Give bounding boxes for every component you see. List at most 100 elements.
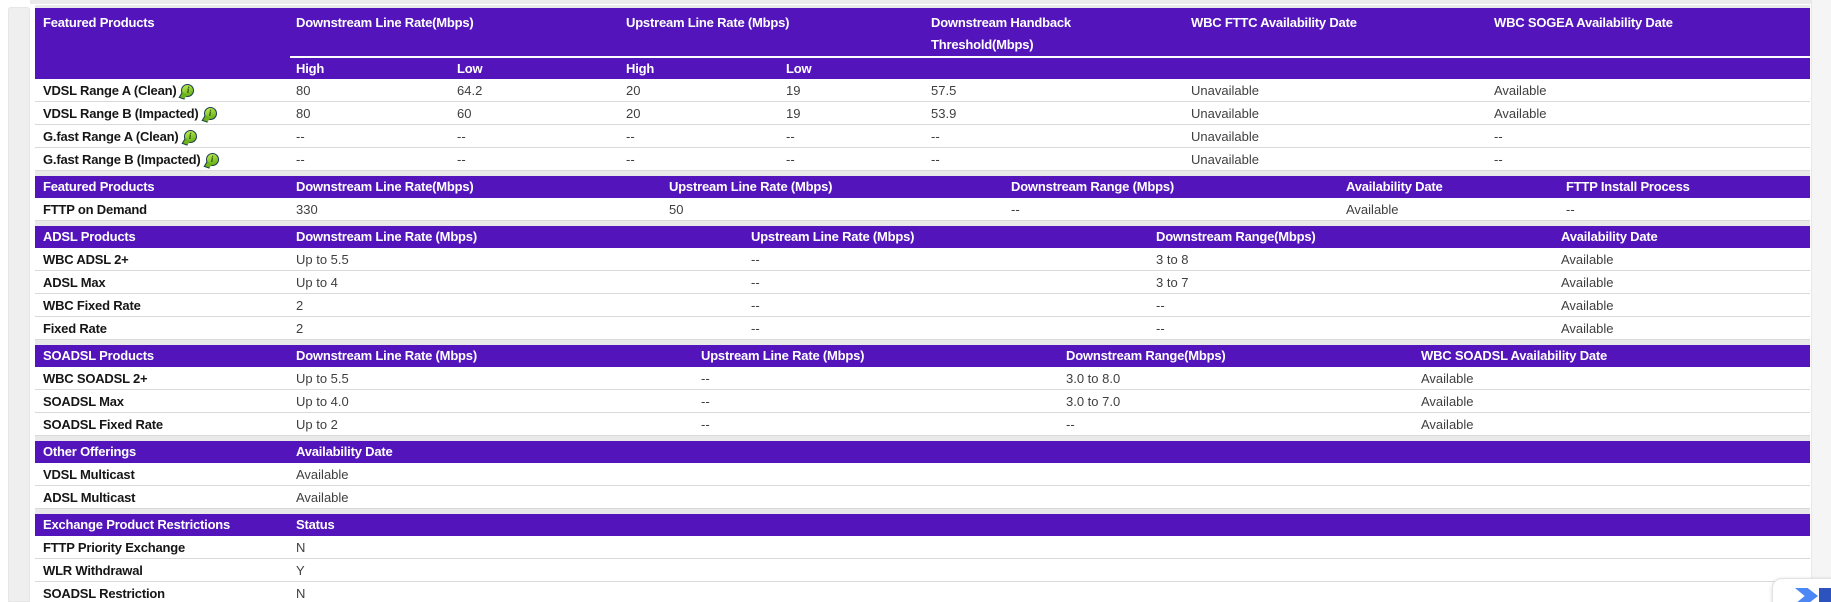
table-soadsl-products-header: SOADSL Products Downstream Line Rate (Mbp… [35, 345, 1810, 367]
column-header: Downstream Line Rate (Mbps) [296, 348, 477, 363]
product-name-label: VDSL Range B (Impacted) [43, 105, 199, 121]
column-header: Downstream Line Rate(Mbps) [296, 15, 474, 30]
table-row: ADSL Max Up to 4 -- 3 to 7 Available [35, 271, 1810, 294]
product-name-label: SOADSL Restriction [43, 585, 165, 601]
product-name-label: SOADSL Fixed Rate [43, 416, 163, 432]
product-name-label: WBC SOADSL 2+ [43, 370, 148, 386]
table-featured-fttc: Featured Products Downstream Line Rate(Mb… [35, 8, 1810, 171]
cell-value: Up to 5.5 [296, 370, 349, 386]
cell-value: Available [1421, 370, 1474, 386]
cell-value: -- [931, 128, 940, 144]
cell-value: -- [931, 151, 940, 167]
product-name: SOADSL Restriction [35, 586, 290, 601]
product-name-label: SOADSL Max [43, 393, 124, 409]
table-exchange-product-restrictions: Exchange Product Restrictions Status FTTP … [35, 514, 1810, 602]
table-row: WLR Withdrawal Y [35, 559, 1810, 582]
info-icon[interactable]: i [183, 129, 197, 143]
column-header: Other Offerings [43, 444, 137, 459]
column-header: WBC SOGEA Availability Date [1494, 15, 1673, 30]
cell-value: -- [786, 128, 795, 144]
table-row: WBC ADSL 2+ Up to 5.5 -- 3 to 8 Available [35, 248, 1810, 271]
cell-value: 3 to 8 [1156, 251, 1189, 267]
cell-value: Unavailable [1191, 82, 1259, 98]
product-name: FTTP Priority Exchange [35, 540, 290, 555]
column-header: Upstream Line Rate (Mbps) [701, 348, 865, 363]
subcolumn-header: High [620, 56, 780, 80]
product-name-label: FTTP on Demand [43, 201, 147, 217]
cell-value: 330 [296, 201, 318, 217]
cell-value: -- [751, 320, 760, 336]
cell-value: Available [1494, 82, 1547, 98]
cell-value: 2 [296, 320, 304, 336]
table-row: VDSL Multicast Available [35, 463, 1810, 486]
table-row: ADSL Multicast Available [35, 486, 1810, 509]
column-header: Downstream Range(Mbps) [1066, 348, 1226, 363]
product-name: WBC Fixed Rate [35, 298, 290, 313]
cell-value: Available [1561, 274, 1614, 290]
cell-value: 80 [296, 82, 311, 98]
product-name: VDSL Range A (Clean) i [35, 83, 290, 98]
product-name: Fixed Rate [35, 321, 290, 336]
cell-value: -- [1011, 201, 1020, 217]
cell-value: 80 [296, 105, 311, 121]
table-featured-fttp: Featured Products Downstream Line Rate(Mb… [35, 176, 1810, 221]
table-featured-fttc-header: Featured Products Downstream Line Rate(Mb… [35, 8, 1810, 79]
column-header: WBC SOADSL Availability Date [1421, 348, 1608, 363]
left-gutter [8, 7, 30, 602]
corner-widget[interactable] [1772, 578, 1831, 602]
product-name-label: VDSL Multicast [43, 466, 135, 482]
info-icon[interactable]: i [203, 106, 217, 120]
cell-value: -- [626, 128, 635, 144]
table-row: VDSL Range B (Impacted) i 80 60 20 19 53.9 Unav… [35, 102, 1810, 125]
table-other-offerings-header: Other Offerings Availability Date [35, 441, 1810, 463]
column-header: ADSL Products [43, 229, 136, 244]
cell-value: -- [1494, 128, 1503, 144]
table-soadsl-products: SOADSL Products Downstream Line Rate (Mbp… [35, 345, 1810, 436]
cell-value: -- [296, 128, 305, 144]
header-row: ADSL Products Downstream Line Rate (Mbps)… [35, 226, 1810, 248]
cell-value: -- [701, 416, 710, 432]
column-header: Downstream Range(Mbps) [1156, 229, 1316, 244]
widget-block-icon [1819, 588, 1831, 602]
column-header: Availability Date [1346, 179, 1443, 194]
table-row: FTTP Priority Exchange N [35, 536, 1810, 559]
cell-value: Available [1561, 297, 1614, 313]
column-header: Upstream Line Rate (Mbps) [751, 229, 915, 244]
cell-value: -- [1156, 320, 1165, 336]
column-header: SOADSL Products [43, 348, 154, 363]
info-icon[interactable]: i [181, 83, 195, 97]
product-name: WBC ADSL 2+ [35, 252, 290, 267]
table-row: VDSL Range A (Clean) i 80 64.2 20 19 57.5 Unava… [35, 79, 1810, 102]
cell-value: N [296, 539, 306, 555]
cell-value: Available [1346, 201, 1399, 217]
column-header: Availability Date [296, 444, 393, 459]
cell-value: 50 [669, 201, 684, 217]
product-name: WBC SOADSL 2+ [35, 371, 290, 386]
cell-value: Unavailable [1191, 105, 1259, 121]
column-header: WBC FTTC Availability Date [1191, 15, 1357, 30]
product-name-label: WBC ADSL 2+ [43, 251, 129, 267]
cell-value: 20 [626, 105, 641, 121]
cell-value: -- [701, 393, 710, 409]
column-header: Downstream Handback Threshold(Mbps) [931, 15, 1071, 52]
subcolumn-header [35, 56, 290, 80]
cell-value: -- [701, 370, 710, 386]
cell-value: 3 to 7 [1156, 274, 1189, 290]
cell-value: -- [1566, 201, 1575, 217]
product-name-label: G.fast Range A (Clean) [43, 128, 179, 144]
cell-value: Unavailable [1191, 151, 1259, 167]
product-name: ADSL Multicast [35, 490, 290, 505]
column-header: Featured Products [43, 15, 155, 30]
table-adsl-products-header: ADSL Products Downstream Line Rate (Mbps)… [35, 226, 1810, 248]
product-name-label: FTTP Priority Exchange [43, 539, 186, 555]
column-header: Downstream Range (Mbps) [1011, 179, 1174, 194]
product-name-label: ADSL Multicast [43, 489, 136, 505]
cell-value: Available [1421, 416, 1474, 432]
cell-value: Up to 4.0 [296, 393, 349, 409]
cell-value: 20 [626, 82, 641, 98]
info-icon[interactable]: i [205, 152, 219, 166]
cell-value: Available [1421, 393, 1474, 409]
subcolumn-header [1185, 56, 1488, 80]
cell-value: 60 [457, 105, 472, 121]
product-name-label: ADSL Max [43, 274, 106, 290]
